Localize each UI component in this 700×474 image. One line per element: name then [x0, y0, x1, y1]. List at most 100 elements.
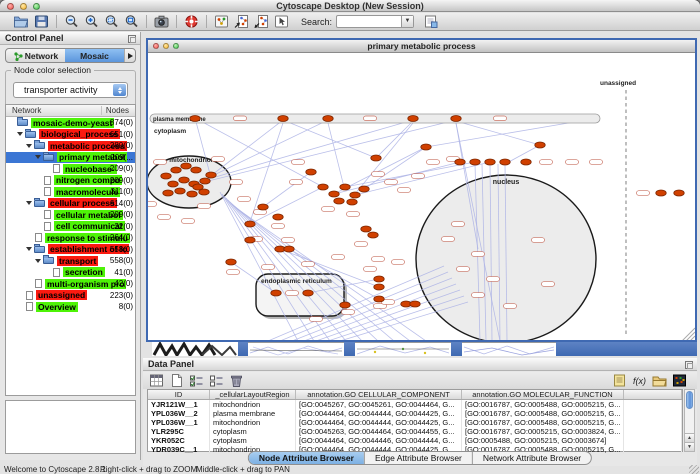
select-mode-icon[interactable] — [273, 14, 290, 29]
scroll-down-icon[interactable]: ▼ — [685, 442, 694, 451]
network-node[interactable] — [350, 192, 360, 198]
table-cell[interactable] — [624, 400, 682, 409]
network-node[interactable] — [193, 184, 203, 190]
table-cell[interactable] — [624, 418, 682, 427]
tree-item-macromolecule[interactable]: macromolecule311(0) — [6, 186, 135, 198]
node-color-dropdown[interactable]: transporter activity — [13, 82, 128, 98]
background-window-edge[interactable] — [238, 342, 248, 356]
column-header-empty[interactable] — [624, 390, 682, 399]
tab-mosaic[interactable]: Mosaic — [65, 49, 124, 62]
network-node[interactable] — [245, 237, 255, 243]
background-window-edge[interactable] — [344, 342, 355, 356]
table-cell[interactable]: YDR039C__1 — [148, 445, 210, 454]
network-node[interactable] — [179, 177, 189, 183]
scroll-up-icon[interactable]: ▲ — [685, 433, 694, 442]
search-dropdown-arrow[interactable]: ▼ — [401, 16, 413, 27]
network-node[interactable] — [303, 290, 313, 296]
minimize-button[interactable] — [20, 3, 27, 10]
tree-item-unassigned[interactable]: unassigned223(0) — [6, 290, 135, 302]
tree-item-cellular-process[interactable]: cellular process614(0) — [6, 198, 135, 210]
network-node[interactable] — [226, 259, 236, 265]
network-node[interactable] — [206, 172, 216, 178]
tree-item-cellular-metabol[interactable]: cellular metabol209(0) — [6, 209, 135, 221]
view-close-button[interactable] — [153, 43, 159, 49]
zoom-window-button[interactable] — [33, 3, 40, 10]
network-node[interactable] — [181, 163, 191, 169]
network-node[interactable] — [284, 246, 294, 252]
network-node[interactable] — [455, 159, 465, 165]
table-cell[interactable]: [GO:0016787, GO:0005488, GO:0005215, G..… — [462, 418, 624, 427]
search-input[interactable] — [339, 16, 400, 27]
network-node[interactable] — [361, 226, 371, 232]
table-cell[interactable]: YPL036W__1 — [148, 418, 210, 427]
table-scrollbar[interactable]: ▲ ▼ — [684, 389, 695, 452]
export-network-icon[interactable] — [253, 14, 270, 29]
network-node[interactable] — [271, 290, 281, 296]
tree-item-cell-communicat[interactable]: cell communicat22(0) — [6, 221, 135, 233]
table-cell[interactable]: [GO:0005488, GO:0005215, GO:0003674] — [462, 436, 624, 445]
network-node[interactable] — [408, 116, 418, 122]
tab-network[interactable]: Network — [6, 49, 65, 62]
import-network-icon[interactable] — [233, 14, 250, 29]
resize-grip[interactable] — [689, 465, 699, 474]
network-node[interactable] — [521, 159, 531, 165]
tree-item-nitrogen-compo[interactable]: nitrogen compo209(0) — [6, 175, 135, 187]
network-node[interactable] — [273, 214, 283, 220]
birds-eye-view[interactable] — [5, 400, 136, 454]
save-icon[interactable] — [33, 14, 50, 29]
float-panel-icon[interactable] — [128, 35, 136, 43]
open-icon[interactable] — [13, 14, 30, 29]
tree-item-multi-organism-pro[interactable]: multi-organism pro42(0) — [6, 278, 135, 290]
expand-arrow-icon[interactable] — [35, 259, 41, 263]
network-node[interactable] — [191, 167, 201, 173]
table-cell[interactable]: [GO:0045267, GO:0045261, GO:0044464, G..… — [296, 400, 462, 409]
network-node[interactable] — [421, 144, 431, 150]
tree-item-establishment-of-lo[interactable]: establishment of lo558(0) — [6, 244, 135, 256]
tree-item-secretion[interactable]: secretion41(0) — [6, 267, 135, 279]
view-zoom-button[interactable] — [173, 43, 179, 49]
table-cell[interactable]: cytoplasm — [210, 436, 296, 445]
background-window-edge[interactable] — [451, 342, 462, 356]
network-node[interactable] — [371, 155, 381, 161]
annotation-icon[interactable] — [422, 14, 439, 29]
tree-item-primary-metabol[interactable]: primary metabol209(... — [6, 152, 135, 164]
network-node[interactable] — [258, 204, 268, 210]
new-attribute-icon[interactable] — [168, 373, 185, 388]
search-combobox[interactable]: ▼ — [336, 15, 414, 28]
tabs-overflow-arrow-icon[interactable] — [124, 49, 135, 62]
tab-network-attribute-browser[interactable]: Network Attribute Browser — [473, 452, 591, 464]
import-attributes-icon[interactable] — [651, 373, 668, 388]
network-node[interactable] — [175, 188, 185, 194]
delete-attribute-icon[interactable] — [228, 373, 245, 388]
network-node[interactable] — [278, 116, 288, 122]
table-cell[interactable] — [624, 445, 682, 454]
table-cell[interactable]: mitochondrion — [210, 400, 296, 409]
function-builder-icon[interactable]: f(x) — [631, 373, 648, 388]
background-window-titlebar[interactable] — [556, 342, 697, 356]
network-node[interactable] — [347, 199, 357, 205]
table-row[interactable]: YJR121W__1mitochondrion[GO:0045267, GO:0… — [148, 400, 682, 409]
network-view-titlebar[interactable]: primary metabolic process — [148, 40, 695, 53]
network-node[interactable] — [340, 302, 350, 308]
column-header--cellularlayoutregion[interactable]: _cellularLayoutRegion — [210, 390, 296, 399]
network-node[interactable] — [306, 169, 316, 175]
network-node[interactable] — [171, 167, 181, 173]
zoom-selected-icon[interactable] — [103, 14, 120, 29]
table-cell[interactable]: YJR121W__1 — [148, 400, 210, 409]
tree-item-nucleobase-[interactable]: nucleobase-209(0) — [6, 163, 135, 175]
background-window-thumbnail[interactable] — [462, 342, 556, 356]
snapshot-icon[interactable] — [153, 14, 170, 29]
table-row[interactable]: YKR052Ccytoplasm[GO:0044464, GO:0044446,… — [148, 436, 682, 445]
table-row[interactable]: YLR295Ccytoplasm[GO:0045263, GO:0044464,… — [148, 427, 682, 436]
expand-arrow-icon[interactable] — [35, 155, 41, 159]
network-node[interactable] — [329, 191, 339, 197]
close-button[interactable] — [7, 3, 14, 10]
table-cell[interactable]: [GO:0044464, GO:0044446, GO:0044444, G..… — [296, 436, 462, 445]
zoom-fit-icon[interactable] — [123, 14, 140, 29]
tree-item-response-to-stimulu[interactable]: response to stimulu264(0) — [6, 232, 135, 244]
float-panel-icon[interactable] — [685, 361, 693, 369]
table-cell[interactable]: cytoplasm — [210, 427, 296, 436]
table-cell[interactable] — [624, 436, 682, 445]
network-node[interactable] — [470, 159, 480, 165]
expand-arrow-icon[interactable] — [26, 247, 32, 251]
